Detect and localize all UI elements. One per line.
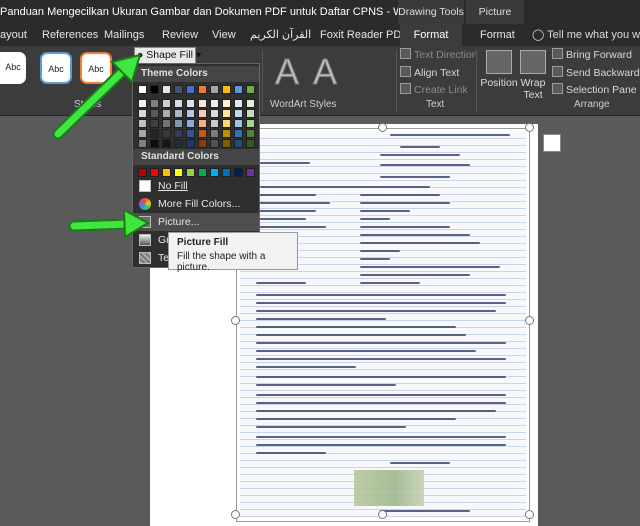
green-arrow-to-picture-item	[68, 208, 151, 239]
annotation-arrows	[52, 53, 151, 239]
word-window: Panduan Mengecilkan Ukuran Gambar dan Do…	[0, 0, 640, 526]
green-arrow-to-shape-fill	[52, 53, 142, 140]
